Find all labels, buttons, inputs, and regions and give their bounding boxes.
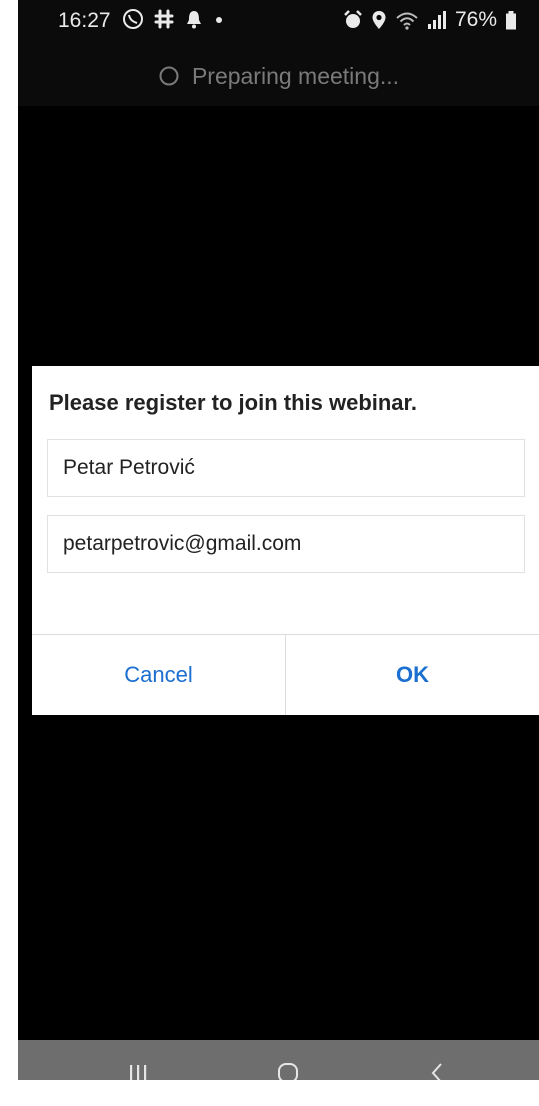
cancel-button[interactable]: Cancel	[32, 635, 285, 715]
phone-screen: 16:27 76% Preparing meeting... Please re…	[18, 0, 539, 1080]
dot-icon	[213, 8, 225, 30]
battery-percent: 76%	[454, 8, 497, 31]
preparing-text: Preparing meeting...	[191, 62, 400, 89]
preparing-header: Preparing meeting...	[18, 46, 539, 106]
dialog-button-row: Cancel OK	[32, 634, 539, 715]
ok-button[interactable]: OK	[285, 635, 539, 715]
location-icon	[371, 9, 387, 31]
name-field[interactable]	[47, 439, 525, 497]
recents-icon	[127, 1062, 149, 1080]
status-right-icons: 76%	[343, 8, 517, 32]
loading-spinner-icon	[158, 65, 180, 87]
status-left-icons	[122, 8, 225, 30]
email-field[interactable]	[47, 515, 525, 573]
notification-bell-icon	[184, 8, 204, 30]
dialog-title: Please register to join this webinar.	[49, 390, 418, 415]
register-dialog: Please register to join this webinar. Ca…	[32, 366, 539, 715]
home-button[interactable]	[248, 1040, 328, 1080]
signal-icon	[427, 9, 447, 31]
status-time: 16:27	[58, 9, 111, 32]
recents-button[interactable]	[98, 1040, 178, 1080]
back-icon	[429, 1061, 445, 1080]
alarm-icon	[343, 9, 363, 31]
slack-icon	[153, 8, 175, 30]
status-bar: 16:27 76%	[18, 0, 539, 46]
wifi-icon	[395, 9, 419, 31]
back-button[interactable]	[397, 1040, 477, 1080]
viber-icon	[122, 8, 144, 30]
home-icon	[276, 1061, 300, 1080]
navigation-bar	[18, 1040, 539, 1080]
battery-icon	[505, 9, 517, 31]
